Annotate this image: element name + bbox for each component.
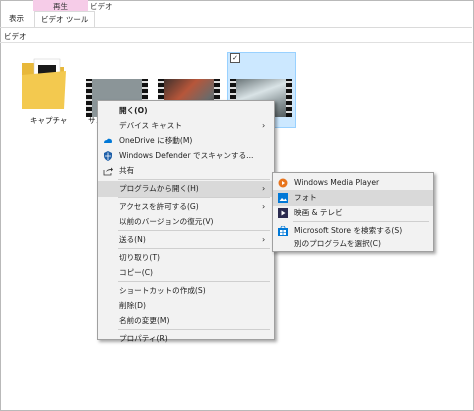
menu-item-onedrive[interactable]: OneDrive に移動(M) — [98, 133, 274, 149]
menu-item-label: 以前のバージョンの復元(V) — [119, 217, 214, 226]
menu-item-label: Windows Defender でスキャンする... — [119, 151, 254, 160]
menu-item-label: OneDrive に移動(M) — [119, 136, 193, 145]
menu-item-properties[interactable]: プロパティ(R) — [98, 331, 274, 347]
menu-item-label: アクセスを許可する(G) — [119, 202, 199, 211]
tab-video-tools[interactable]: ビデオ ツール — [34, 11, 96, 27]
submenu-item-movies-tv[interactable]: 映画 & テレビ — [273, 205, 433, 221]
menu-item-label: 開く(O) — [119, 106, 148, 115]
submenu-item-choose-another[interactable]: 別のプログラムを選択(C) — [273, 236, 433, 252]
menu-item-device-cast[interactable]: デバイス キャスト › — [98, 118, 274, 134]
address-path: ビデオ — [4, 32, 27, 41]
menu-item-label: 削除(D) — [119, 301, 146, 310]
context-menu: 開く(O) デバイス キャスト › OneDrive に移動(M) Window… — [97, 100, 275, 343]
menu-item-label: プログラムから開く(H) — [119, 184, 199, 193]
submenu-item-photos[interactable]: フォト — [273, 190, 433, 206]
open-with-submenu: Windows Media Player フォト 映画 & テレビ Micros… — [272, 172, 434, 252]
onedrive-icon — [104, 138, 112, 143]
chevron-right-icon: › — [262, 202, 266, 211]
menu-item-open-with[interactable]: プログラムから開く(H) › — [98, 181, 274, 197]
photos-icon — [278, 193, 288, 203]
store-icon — [278, 226, 288, 236]
tab-view[interactable]: 表示 — [9, 13, 24, 24]
menu-item-open[interactable]: 開く(O) — [98, 103, 274, 119]
menu-item-label: デバイス キャスト — [119, 121, 182, 130]
folder-item[interactable]: キャプチャ — [18, 55, 70, 125]
menu-item-send-to[interactable]: 送る(N) › — [98, 232, 274, 248]
folder-icon — [22, 58, 66, 109]
submenu-item-media-player[interactable]: Windows Media Player — [273, 175, 433, 191]
menu-item-copy[interactable]: コピー(C) — [98, 265, 274, 281]
movies-tv-icon — [278, 208, 288, 218]
menu-item-label: プロパティ(R) — [119, 334, 168, 343]
menu-item-label: 送る(N) — [119, 235, 146, 244]
menu-item-cut[interactable]: 切り取り(T) — [98, 250, 274, 266]
menu-item-defender-scan[interactable]: Windows Defender でスキャンする... — [98, 148, 274, 164]
submenu-item-label: 別のプログラムを選択(C) — [294, 239, 381, 248]
menu-item-share[interactable]: 共有 — [98, 163, 274, 179]
submenu-item-label: 映画 & テレビ — [294, 208, 343, 217]
menu-item-rename[interactable]: 名前の変更(M) — [98, 313, 274, 329]
menu-item-restore-versions[interactable]: 以前のバージョンの復元(V) — [98, 214, 274, 230]
menu-item-label: 名前の変更(M) — [119, 316, 170, 325]
menu-item-create-shortcut[interactable]: ショートカットの作成(S) — [98, 283, 274, 299]
defender-shield-icon — [104, 151, 112, 161]
menu-item-label: 切り取り(T) — [119, 253, 160, 262]
menu-item-label: コピー(C) — [119, 268, 154, 277]
menu-item-label: 共有 — [119, 166, 135, 175]
menu-item-delete[interactable]: 削除(D) — [98, 298, 274, 314]
submenu-item-label: フォト — [294, 193, 317, 202]
chevron-right-icon: › — [262, 121, 266, 130]
folder-label: キャプチャ — [30, 116, 68, 125]
submenu-item-label: Windows Media Player — [294, 178, 380, 187]
menu-item-label: ショートカットの作成(S) — [119, 286, 206, 295]
chevron-right-icon: › — [262, 184, 266, 193]
chevron-right-icon: › — [262, 235, 266, 244]
media-player-icon — [278, 178, 288, 188]
address-bar[interactable]: ビデオ — [0, 28, 472, 43]
menu-item-give-access[interactable]: アクセスを許可する(G) › — [98, 199, 274, 215]
share-icon — [103, 167, 113, 176]
